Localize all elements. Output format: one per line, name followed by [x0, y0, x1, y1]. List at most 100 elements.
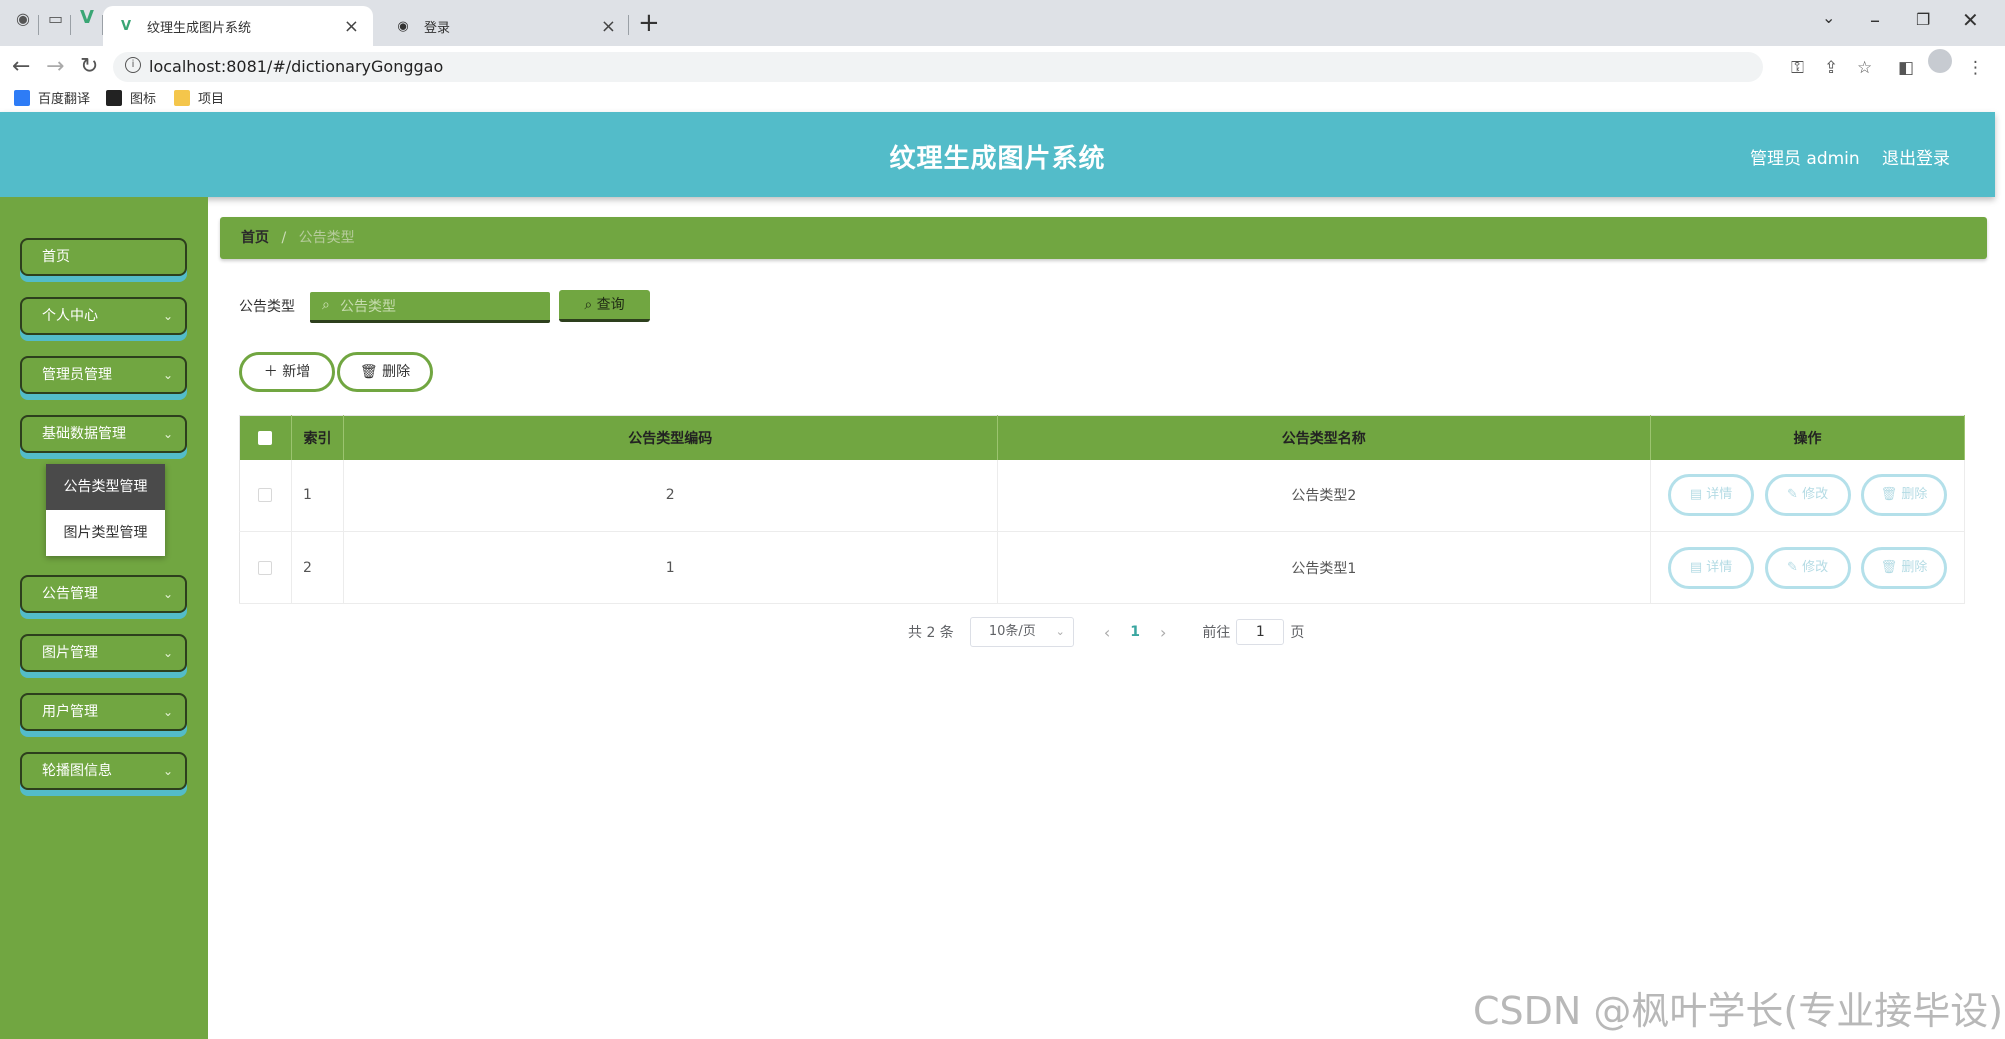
sidebar-item-user-management[interactable]: 用户管理 ⌄ — [20, 693, 187, 731]
select-all-checkbox[interactable] — [258, 430, 273, 445]
new-tab-icon[interactable]: + — [638, 8, 660, 38]
delete-button[interactable]: 🗑 删除 — [337, 352, 433, 392]
breadcrumb-separator: / — [281, 230, 287, 246]
tab-title: 纹理生成图片系统 — [147, 20, 252, 36]
minimize-icon[interactable]: – — [1870, 8, 1880, 32]
sidebar: 首页 个人中心 ⌄ 管理员管理 ⌄ 基础数据管理 ⌄ 公告管理 ⌄ 图片管理 ⌄… — [0, 197, 208, 1039]
breadcrumb: 首页 / 公告类型 — [220, 217, 1987, 259]
next-page-icon[interactable]: › — [1160, 623, 1166, 642]
bookmark-baidu-translate[interactable]: 百度翻译 — [14, 88, 90, 107]
tab-login[interactable]: ◉ 登录 × — [380, 6, 630, 46]
admin-label: 管理员 admin — [1750, 149, 1860, 169]
profile-avatar[interactable] — [1928, 49, 1952, 73]
submenu-item-image-type[interactable]: 图片类型管理 — [46, 510, 165, 556]
detail-label: 详情 — [1706, 487, 1733, 503]
column-header: 公告类型编码 — [343, 415, 998, 460]
chevron-down-icon: ⌄ — [162, 764, 173, 778]
edit-button[interactable]: ✎ 修改 — [1764, 474, 1851, 517]
star-icon[interactable]: ☆ — [1857, 58, 1872, 78]
row-select-cell — [239, 459, 292, 532]
bookmark-label: 项目 — [198, 92, 225, 107]
search-label: 公告类型 — [239, 299, 295, 315]
sidebar-item-personal-center[interactable]: 个人中心 ⌄ — [20, 297, 187, 335]
watermark: CSDN @枫叶学长(专业接毕设) — [1473, 989, 2004, 1033]
row-actions: ▤ 详情 ✎ 修改 🗑 删除 — [1650, 531, 1965, 604]
chevron-down-icon[interactable]: ⌄ — [1822, 8, 1835, 27]
row-actions: ▤ 详情 ✎ 修改 🗑 删除 — [1650, 459, 1965, 532]
row-checkbox[interactable] — [258, 488, 273, 503]
app-header: 纹理生成图片系统 管理员 admin 退出登录 — [0, 112, 1995, 197]
row-name: 公告类型2 — [997, 459, 1652, 532]
page-size-select[interactable]: 10条/页 ⌄ — [969, 617, 1074, 647]
sidebar-item-label: 图片管理 — [42, 645, 98, 661]
bookmark-label: 百度翻译 — [38, 92, 91, 107]
goto-label: 前往 — [1202, 625, 1231, 641]
trash-icon: 🗑 — [1880, 487, 1898, 503]
sidebar-item-label: 公告管理 — [42, 586, 98, 602]
tab-separator — [38, 15, 39, 35]
goto-page-input[interactable]: 1 — [1236, 619, 1285, 645]
row-delete-button[interactable]: 🗑 删除 — [1861, 474, 1947, 517]
restore-icon[interactable]: ❐ — [1916, 10, 1930, 29]
chevron-down-icon: ⌄ — [162, 705, 173, 719]
delete-label: 删除 — [1901, 487, 1928, 503]
delete-button-label: 删除 — [382, 364, 411, 380]
logout-link[interactable]: 退出登录 — [1882, 144, 1950, 169]
vue-icon[interactable]: V — [80, 7, 94, 28]
close-icon[interactable]: × — [601, 16, 616, 37]
close-window-icon[interactable]: ✕ — [1962, 8, 1979, 32]
bookmark-icons[interactable]: 图标 — [106, 88, 156, 107]
blank-tab-icon[interactable]: ▭ — [48, 9, 63, 28]
share-icon[interactable]: ⇪ — [1824, 58, 1838, 78]
query-button[interactable]: ⌕ 查询 — [559, 290, 650, 322]
detail-button[interactable]: ▤ 详情 — [1668, 474, 1755, 517]
current-page[interactable]: 1 — [1130, 624, 1140, 640]
document-icon: ▤ — [1689, 487, 1703, 503]
data-table: 索引 公告类型编码 公告类型名称 操作 1 2 公告类型2 ▤ 详情 ✎ 修改 … — [239, 415, 1965, 604]
sidebar-item-home[interactable]: 首页 — [20, 238, 187, 276]
add-button-label: 新增 — [282, 364, 311, 380]
sidebar-item-label: 轮播图信息 — [42, 763, 112, 779]
select-all-cell — [239, 415, 292, 460]
search-input[interactable] — [340, 296, 540, 318]
side-panel-icon[interactable]: ◧ — [1898, 58, 1914, 78]
sidebar-item-image-management[interactable]: 图片管理 ⌄ — [20, 634, 187, 672]
close-icon[interactable]: × — [344, 16, 359, 37]
url-text: localhost:8081/#/dictionaryGonggao — [149, 57, 444, 76]
breadcrumb-home[interactable]: 首页 — [241, 230, 269, 246]
add-button[interactable]: ＋ 新增 — [239, 352, 335, 392]
info-icon[interactable]: i — [125, 57, 141, 73]
app-title: 纹理生成图片系统 — [889, 144, 1106, 174]
globe-icon[interactable]: ◉ — [16, 9, 30, 28]
query-button-label: 查询 — [596, 297, 625, 313]
table-header-row: 索引 公告类型编码 公告类型名称 操作 — [239, 415, 1965, 460]
submenu-item-notice-type[interactable]: 公告类型管理 — [46, 464, 165, 510]
sidebar-item-carousel[interactable]: 轮播图信息 ⌄ — [20, 752, 187, 790]
tab-separator — [628, 15, 629, 35]
edit-button[interactable]: ✎ 修改 — [1764, 546, 1851, 589]
sidebar-item-label: 个人中心 — [42, 308, 98, 324]
key-icon[interactable]: ⚿ — [1791, 58, 1804, 78]
back-icon[interactable]: ← — [12, 54, 30, 79]
chevron-down-icon: ⌄ — [162, 427, 173, 441]
trash-icon: 🗑 — [1880, 559, 1898, 575]
table-row: 2 1 公告类型1 ▤ 详情 ✎ 修改 🗑 删除 — [239, 531, 1965, 604]
row-delete-button[interactable]: 🗑 删除 — [1861, 546, 1947, 589]
sidebar-item-notice-management[interactable]: 公告管理 ⌄ — [20, 575, 187, 613]
menu-dots-icon[interactable]: ⋮ — [1967, 58, 1984, 78]
delete-label: 删除 — [1901, 559, 1928, 575]
reload-icon[interactable]: ↻ — [80, 54, 98, 79]
globe-icon: ◉ — [397, 18, 409, 34]
forward-icon[interactable]: → — [46, 54, 64, 79]
tab-app[interactable]: V 纹理生成图片系统 × — [103, 6, 373, 46]
sidebar-item-basic-data[interactable]: 基础数据管理 ⌄ — [20, 415, 187, 453]
prev-page-icon[interactable]: ‹ — [1104, 623, 1110, 642]
row-checkbox[interactable] — [258, 560, 273, 575]
tab-separator — [70, 15, 71, 35]
chevron-down-icon: ⌄ — [1055, 625, 1065, 638]
detail-button[interactable]: ▤ 详情 — [1668, 546, 1755, 589]
bookmark-project[interactable]: 项目 — [174, 88, 224, 107]
sidebar-item-admin-management[interactable]: 管理员管理 ⌄ — [20, 356, 187, 394]
url-field[interactable]: i localhost:8081/#/dictionaryGonggao — [113, 52, 1763, 82]
sidebar-item-label: 首页 — [42, 249, 70, 265]
